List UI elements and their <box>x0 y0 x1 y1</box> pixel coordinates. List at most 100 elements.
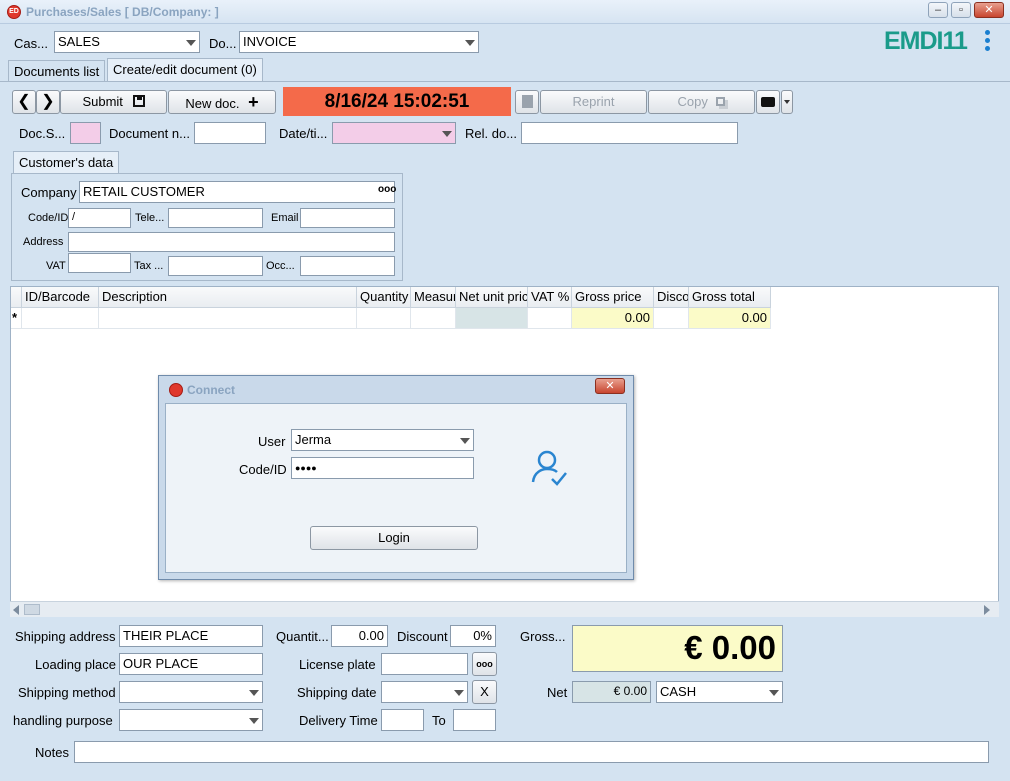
save-icon <box>132 95 145 107</box>
shipping-address-field[interactable]: THEIR PLACE <box>119 625 263 647</box>
telephone-label: Tele... <box>135 212 165 224</box>
chevron-down-icon <box>784 100 790 104</box>
doc-series-label: Doc.S... <box>19 126 66 141</box>
loading-place-field[interactable]: OUR PLACE <box>119 653 263 675</box>
copy-button[interactable]: Copy <box>648 90 755 114</box>
doc-series-field[interactable] <box>70 122 101 144</box>
next-button[interactable]: ❯ <box>36 90 60 114</box>
scroll-left-icon[interactable] <box>13 605 19 615</box>
copy-label: Copy <box>677 94 708 109</box>
doc-type-value: INVOICE <box>243 34 297 49</box>
column-header-gross-price[interactable]: Gross price <box>572 287 654 308</box>
more-menu-icon[interactable] <box>982 29 992 55</box>
date-time-picker[interactable] <box>332 122 456 144</box>
gross-total-display: € 0.00 <box>572 625 783 672</box>
total-quantity-field[interactable]: 0.00 <box>331 625 388 647</box>
chevron-down-icon <box>465 40 475 46</box>
shipping-date-label: Shipping date <box>297 685 377 700</box>
print-options-dropdown[interactable] <box>781 90 793 114</box>
company-field[interactable]: RETAIL CUSTOMER <box>79 181 395 203</box>
user-select[interactable]: Jerma <box>291 429 474 451</box>
chevron-down-icon <box>454 690 464 696</box>
license-plate-lookup-button[interactable]: ooo <box>472 652 497 676</box>
minimize-button[interactable]: – <box>928 2 948 18</box>
cell-gross-price[interactable]: 0.00 <box>572 308 654 329</box>
tax-office-field[interactable] <box>168 256 263 276</box>
discount-field[interactable]: 0% <box>450 625 496 647</box>
net-label: Net <box>547 685 568 700</box>
submit-label: Submit <box>82 94 123 109</box>
code-id-label: Code/ID <box>28 212 69 224</box>
doc-type-select[interactable]: INVOICE <box>239 31 479 53</box>
previous-button[interactable]: ❮ <box>12 90 36 114</box>
cash-register-value: SALES <box>58 34 100 49</box>
new-document-label: New doc. <box>185 96 240 111</box>
column-header-id-barcode[interactable]: ID/Barcode <box>22 287 99 308</box>
chevron-down-icon <box>460 438 470 444</box>
clear-shipping-date-button[interactable]: X <box>472 680 497 704</box>
column-header-vat[interactable]: VAT % <box>528 287 572 308</box>
cash-label: Cas... <box>14 36 48 51</box>
tab-divider <box>0 81 1010 82</box>
print-button[interactable] <box>756 90 780 114</box>
license-plate-field[interactable] <box>381 653 468 675</box>
cell-net-unit-price[interactable] <box>456 308 528 329</box>
company-lookup-button[interactable]: ooo <box>378 184 396 195</box>
related-doc-label: Rel. do... <box>465 126 518 141</box>
cell-id-barcode[interactable] <box>22 308 99 329</box>
column-header-quantity[interactable]: Quantity <box>357 287 411 308</box>
column-header-gross-total[interactable]: Gross total <box>689 287 771 308</box>
cell-measure[interactable] <box>411 308 456 329</box>
occupation-field[interactable] <box>300 256 395 276</box>
payment-method-select[interactable]: CASH <box>656 681 783 703</box>
tab-create-edit-document[interactable]: Create/edit document (0) <box>107 58 263 82</box>
app-logo-icon <box>169 383 183 397</box>
tab-documents-list[interactable]: Documents list <box>8 60 106 82</box>
shipping-method-select[interactable] <box>119 681 263 703</box>
notes-label: Notes <box>35 745 69 760</box>
reprint-button[interactable]: Reprint <box>540 90 647 114</box>
submit-button[interactable]: Submit <box>60 90 167 114</box>
password-field[interactable]: ●●●● <box>291 457 474 479</box>
column-header-net-unit-price[interactable]: Net unit pric <box>456 287 528 308</box>
chevron-down-icon <box>769 690 779 696</box>
document-number-label: Document n... <box>109 126 190 141</box>
column-header-discount[interactable]: Disco <box>654 287 689 308</box>
cell-gross-total[interactable]: 0.00 <box>689 308 771 329</box>
related-doc-field[interactable] <box>521 122 738 144</box>
shipping-method-label: Shipping method <box>18 685 116 700</box>
login-button[interactable]: Login <box>310 526 478 550</box>
maximize-button[interactable]: ▫ <box>951 2 971 18</box>
dialog-body: User Jerma Code/ID ●●●● Login <box>165 403 627 573</box>
cell-discount[interactable] <box>654 308 689 329</box>
cell-description[interactable] <box>99 308 357 329</box>
vat-field[interactable] <box>68 253 131 273</box>
tab-customers-data[interactable]: Customer's data <box>13 151 120 174</box>
delivery-time-to-field[interactable] <box>453 709 496 731</box>
dialog-title: Connect <box>187 383 235 397</box>
scroll-right-icon[interactable] <box>984 605 990 615</box>
email-field[interactable] <box>300 208 395 228</box>
dialog-close-button[interactable]: ✕ <box>595 378 625 394</box>
delivery-time-from-field[interactable] <box>381 709 424 731</box>
vat-label: VAT <box>46 260 66 272</box>
document-number-field[interactable] <box>194 122 266 144</box>
copy-icon <box>716 97 726 106</box>
shipping-date-picker[interactable] <box>381 681 468 703</box>
address-field[interactable] <box>68 232 395 252</box>
grid-horizontal-scrollbar[interactable] <box>10 601 999 617</box>
net-total-display: € 0.00 <box>572 681 651 703</box>
handling-purpose-select[interactable] <box>119 709 263 731</box>
new-document-button[interactable]: New doc. + <box>168 90 276 114</box>
column-header-measure[interactable]: Measur <box>411 287 456 308</box>
stop-button[interactable] <box>515 90 539 114</box>
cell-vat[interactable] <box>528 308 572 329</box>
column-header-description[interactable]: Description <box>99 287 357 308</box>
telephone-field[interactable] <box>168 208 263 228</box>
close-button[interactable]: ✕ <box>974 2 1004 18</box>
cell-quantity[interactable] <box>357 308 411 329</box>
cash-register-select[interactable]: SALES <box>54 31 200 53</box>
scrollbar-thumb[interactable] <box>24 604 40 615</box>
code-id-field[interactable]: / <box>68 208 131 228</box>
notes-field[interactable] <box>74 741 989 763</box>
